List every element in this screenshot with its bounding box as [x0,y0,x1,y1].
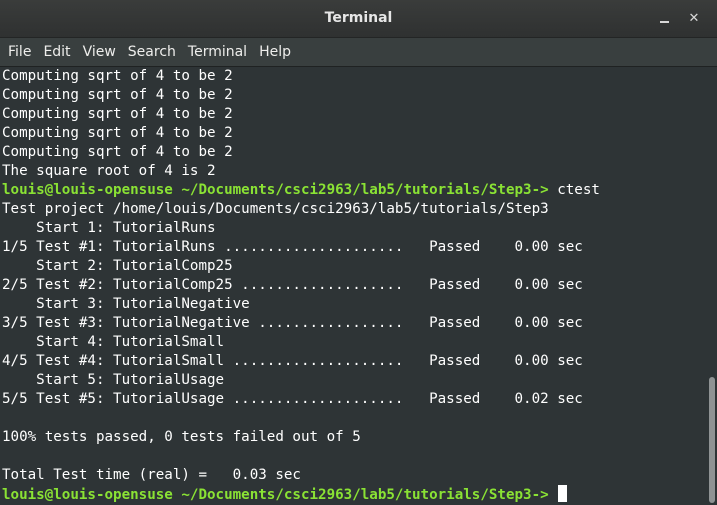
output-line: 1/5 Test #1: TutorialRuns ..............… [2,238,717,257]
output-line: Computing sqrt of 4 to be 2 [2,105,717,124]
output-line: Start 3: TutorialNegative [2,295,717,314]
output-line: 2/5 Test #2: TutorialComp25 ............… [2,276,717,295]
output-text: 100% tests passed, 0 tests failed out of… [2,429,361,445]
terminal-window: Terminal ✕ File Edit View Search Termina… [0,0,717,505]
text-cursor [558,485,568,502]
output-line: Computing sqrt of 4 to be 2 [2,67,717,86]
output-line: Computing sqrt of 4 to be 2 [2,124,717,143]
output-line: Start 2: TutorialComp25 [2,257,717,276]
output-text: 1/5 Test #1: TutorialRuns ..............… [2,239,583,255]
output-line: Total Test time (real) = 0.03 sec [2,466,717,485]
menu-file[interactable]: File [2,38,37,66]
output-text: Start 1: TutorialRuns [2,220,216,236]
shell-prompt: louis@louis-opensuse ~/Documents/csci296… [2,182,549,198]
prompt-line: louis@louis-opensuse ~/Documents/csci296… [2,485,717,504]
output-line: 5/5 Test #5: TutorialUsage .............… [2,390,717,409]
menu-help[interactable]: Help [253,38,297,66]
output-text: 2/5 Test #2: TutorialComp25 ............… [2,277,583,293]
scrollbar[interactable] [707,67,717,505]
output-line: Test project /home/louis/Documents/csci2… [2,200,717,219]
minimize-icon [659,20,669,23]
output-line: 3/5 Test #3: TutorialNegative ..........… [2,314,717,333]
output-text: Total Test time (real) = 0.03 sec [2,467,301,483]
output-text: Computing sqrt of 4 to be 2 [2,144,233,160]
terminal-lines: Computing sqrt of 4 to be 2 Computing sqr… [0,67,717,504]
output-text: Computing sqrt of 4 to be 2 [2,106,233,122]
menu-search[interactable]: Search [122,38,182,66]
output-line: Start 5: TutorialUsage [2,371,717,390]
menu-edit[interactable]: Edit [37,38,76,66]
output-line: 100% tests passed, 0 tests failed out of… [2,428,717,447]
output-text: Computing sqrt of 4 to be 2 [2,87,233,103]
output-text: Start 2: TutorialComp25 [2,258,233,274]
output-text: Computing sqrt of 4 to be 2 [2,125,233,141]
output-line: Computing sqrt of 4 to be 2 [2,143,717,162]
prompt-line: louis@louis-opensuse ~/Documents/csci296… [2,181,717,200]
command-text [549,487,558,503]
output-line: Computing sqrt of 4 to be 2 [2,86,717,105]
shell-prompt: louis@louis-opensuse ~/Documents/csci296… [2,487,549,503]
output-line: The square root of 4 is 2 [2,162,717,181]
command-text: ctest [548,182,600,198]
output-text: Start 4: TutorialSmall [2,334,225,350]
terminal-output[interactable]: Computing sqrt of 4 to be 2 Computing sqr… [0,67,717,505]
title-bar[interactable]: Terminal ✕ [0,0,717,38]
output-line: Start 4: TutorialSmall [2,333,717,352]
output-text: The square root of 4 is 2 [2,163,216,179]
output-text: 5/5 Test #5: TutorialUsage .............… [2,391,583,407]
output-line: Start 1: TutorialRuns [2,219,717,238]
scrollbar-thumb[interactable] [709,377,715,503]
menu-bar: File Edit View Search Terminal Help [0,38,717,67]
menu-view[interactable]: View [77,38,122,66]
minimize-button[interactable] [653,0,675,37]
output-text: 3/5 Test #3: TutorialNegative ..........… [2,315,583,331]
window-title: Terminal [324,10,393,26]
output-text: Test project /home/louis/Documents/csci2… [2,201,549,217]
close-icon: ✕ [688,11,700,26]
close-button[interactable]: ✕ [683,0,705,37]
menu-terminal[interactable]: Terminal [182,38,253,66]
output-text: Start 5: TutorialUsage [2,372,225,388]
output-line: 4/5 Test #4: TutorialSmall .............… [2,352,717,371]
output-text: Start 3: TutorialNegative [2,296,250,312]
output-text: 4/5 Test #4: TutorialSmall .............… [2,353,583,369]
output-text: Computing sqrt of 4 to be 2 [2,68,233,84]
